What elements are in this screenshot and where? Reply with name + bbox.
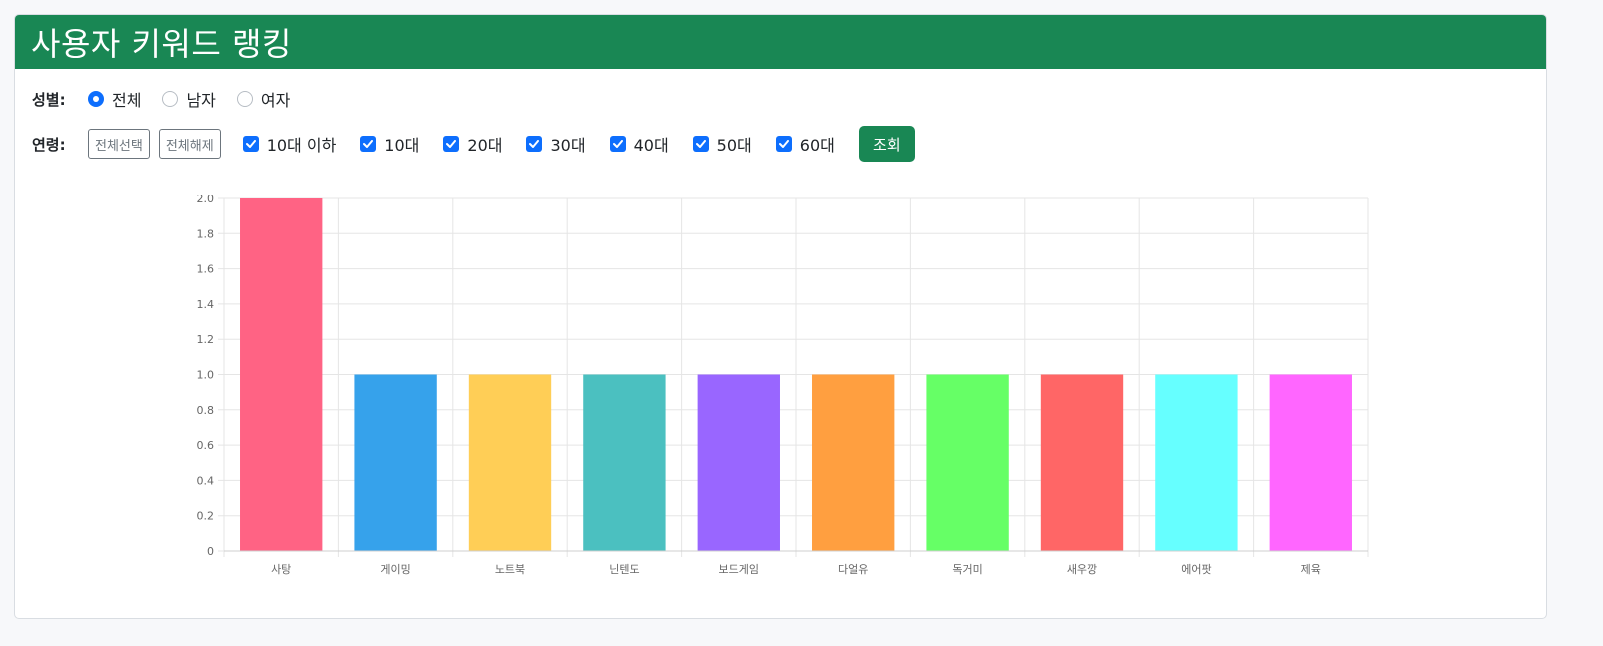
gender-option-female[interactable]: 여자 — [236, 87, 291, 111]
age-option-under-10[interactable]: 10대 이하 — [242, 132, 337, 156]
checkbox[interactable] — [443, 136, 460, 152]
y-tick-label: 0.4 — [197, 474, 215, 487]
x-tick-label: 노트북 — [495, 563, 525, 576]
check-icon — [529, 140, 540, 148]
age-option-30s[interactable]: 30대 — [526, 132, 586, 156]
bar-1 — [354, 374, 437, 551]
checkbox[interactable] — [360, 136, 377, 152]
checkbox[interactable] — [526, 136, 543, 152]
age-option-label: 10대 이하 — [266, 136, 337, 155]
bar-5 — [812, 374, 895, 551]
y-tick-label: 0.8 — [197, 404, 215, 417]
y-tick-label: 0.2 — [197, 510, 215, 523]
age-option-label: 50대 — [716, 136, 752, 155]
page-title: 사용자 키워드 랭킹 — [31, 25, 292, 63]
checkbox[interactable] — [242, 136, 259, 152]
age-option-label: 10대 — [384, 136, 420, 155]
age-option-20s[interactable]: 20대 — [443, 132, 502, 156]
x-tick-label: 새우깡 — [1067, 563, 1097, 576]
check-icon — [446, 140, 457, 148]
bar-0 — [240, 198, 323, 551]
check-icon — [363, 140, 374, 148]
age-option-50s[interactable]: 50대 — [692, 132, 752, 156]
y-tick-label: 1.8 — [197, 227, 215, 240]
bar-8 — [1155, 374, 1238, 551]
x-tick-label: 제육 — [1301, 563, 1321, 576]
bar-3 — [583, 374, 666, 551]
bar-6 — [926, 374, 1009, 551]
age-option-label: 60대 — [799, 136, 835, 155]
y-tick-label: 0 — [207, 545, 214, 558]
y-tick-label: 1.2 — [197, 333, 215, 346]
age-filter-row: 연령: 전체선택 전체해제 10대 이하 10대 20대 30대 40대 50대… — [32, 126, 915, 162]
check-icon — [245, 140, 256, 148]
x-tick-label: 닌텐도 — [609, 563, 639, 576]
checkbox[interactable] — [609, 136, 626, 152]
radio-button[interactable] — [236, 91, 253, 107]
x-tick-label: 보드게임 — [719, 563, 759, 576]
gender-option-all[interactable]: 전체 — [88, 87, 141, 111]
select-all-button[interactable]: 전체선택 — [88, 129, 150, 159]
checkbox[interactable] — [692, 136, 709, 152]
deselect-all-button[interactable]: 전체해제 — [158, 129, 221, 159]
bar-7 — [1040, 374, 1124, 551]
age-option-label: 20대 — [467, 136, 503, 155]
gender-option-label: 여자 — [260, 91, 291, 110]
checkbox[interactable] — [775, 136, 792, 152]
gender-option-male[interactable]: 남자 — [162, 87, 216, 111]
age-option-label: 30대 — [550, 136, 586, 155]
gender-radio-group: 전체 남자 여자 — [88, 87, 311, 111]
keyword-bar-chart: 0 0.2 0.4 0.6 0.8 1.0 1.2 1.4 1.6 1.8 2.0 사탕 게이밍 노트북 닌… — [165, 192, 1395, 605]
bar-chart-svg: 0 0.2 0.4 0.6 0.8 1.0 1.2 1.4 1.6 1.8 2.0 사탕 게이밍 노트북 닌… — [197, 192, 1369, 576]
age-option-label: 40대 — [633, 136, 669, 155]
y-tick-label: 1.4 — [197, 298, 215, 311]
y-tick-label: 1.6 — [197, 263, 215, 276]
check-icon — [612, 140, 623, 148]
gender-filter-row: 성별: 전체 남자 여자 — [32, 87, 311, 111]
keyword-ranking-card: 사용자 키워드 랭킹 성별: 전체 남자 여자 연령: 전체선택 전체해제 10… — [14, 14, 1547, 619]
check-icon — [778, 140, 789, 148]
gender-option-label: 전체 — [112, 91, 142, 110]
x-tick-label: 독거미 — [952, 563, 982, 576]
bar-9 — [1269, 374, 1352, 551]
y-tick-label: 0.6 — [197, 439, 215, 452]
gender-label: 성별: — [32, 90, 66, 109]
x-tick-label: 다얼유 — [838, 562, 868, 576]
x-tick-label: 에어팟 — [1181, 563, 1211, 576]
age-option-40s[interactable]: 40대 — [609, 132, 669, 156]
gender-option-label: 남자 — [186, 91, 216, 110]
radio-button[interactable] — [88, 91, 104, 107]
bar-2 — [468, 374, 552, 551]
x-tick-label: 게이밍 — [380, 563, 410, 576]
card-header: 사용자 키워드 랭킹 — [15, 15, 1546, 69]
y-tick-label: 1.0 — [197, 369, 215, 382]
x-tick-label: 사탕 — [271, 563, 291, 576]
query-button[interactable]: 조회 — [858, 126, 915, 162]
bar-4 — [697, 374, 780, 551]
age-option-10s[interactable]: 10대 — [360, 132, 419, 156]
age-checkbox-group: 10대 이하 10대 20대 30대 40대 50대 60대 — [242, 132, 859, 156]
check-icon — [695, 140, 706, 148]
y-tick-label: 2.0 — [197, 195, 215, 205]
radio-button[interactable] — [162, 91, 179, 107]
age-option-60s[interactable]: 60대 — [775, 132, 835, 156]
age-label: 연령: — [32, 135, 66, 154]
